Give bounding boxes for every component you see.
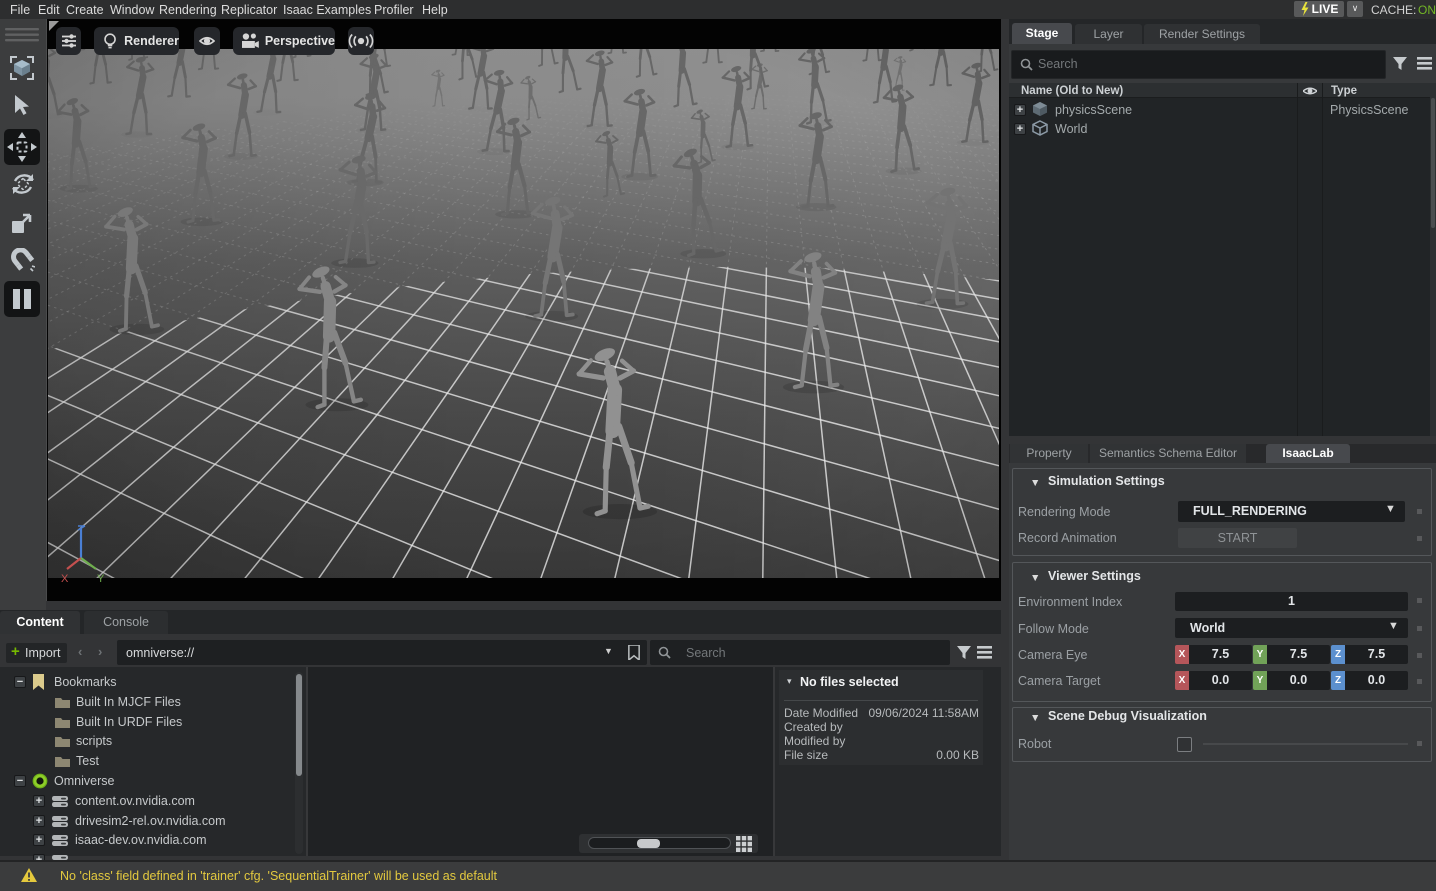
svg-text:Y: Y: [97, 573, 105, 585]
svg-text:X: X: [61, 573, 69, 585]
